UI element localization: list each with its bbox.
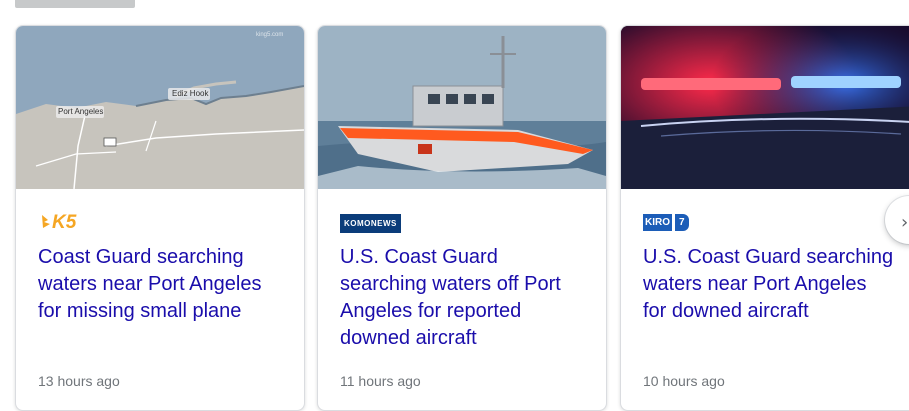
- news-carousel: Port Angeles Ediz Hook king5.com K5 Coas…: [0, 0, 909, 411]
- source-logo-text: KIRO: [643, 214, 672, 231]
- source-logo-text: KOMONEWS: [340, 214, 401, 233]
- news-timestamp: 10 hours ago: [643, 373, 725, 389]
- source-logo-number: 7: [675, 214, 689, 231]
- news-timestamp: 11 hours ago: [340, 373, 421, 389]
- source-logo-king5: K5: [38, 212, 98, 234]
- news-timestamp: 13 hours ago: [38, 373, 120, 389]
- partial-header-text: [15, 0, 135, 8]
- news-headline[interactable]: U.S. Coast Guard searching waters near P…: [643, 244, 895, 325]
- chevron-right-icon: ›: [901, 212, 909, 233]
- news-headline[interactable]: Coast Guard searching waters near Port A…: [38, 244, 288, 325]
- source-logo-text: K5: [52, 212, 77, 233]
- news-thumbnail-boat[interactable]: [318, 26, 606, 189]
- image-credit: king5.com: [256, 32, 284, 38]
- news-card[interactable]: KOMONEWS U.S. Coast Guard searching wate…: [317, 25, 607, 411]
- news-thumbnail-police-lights[interactable]: [621, 26, 909, 189]
- news-thumbnail-map[interactable]: Port Angeles Ediz Hook king5.com: [16, 26, 304, 189]
- news-card[interactable]: Port Angeles Ediz Hook king5.com K5 Coas…: [15, 25, 305, 411]
- map-label-port-angeles: Port Angeles: [58, 107, 104, 116]
- news-headline[interactable]: U.S. Coast Guard searching waters off Po…: [340, 244, 590, 352]
- map-label-ediz-hook: Ediz Hook: [172, 89, 209, 98]
- news-card[interactable]: KIRO 7 U.S. Coast Guard searching waters…: [620, 25, 909, 411]
